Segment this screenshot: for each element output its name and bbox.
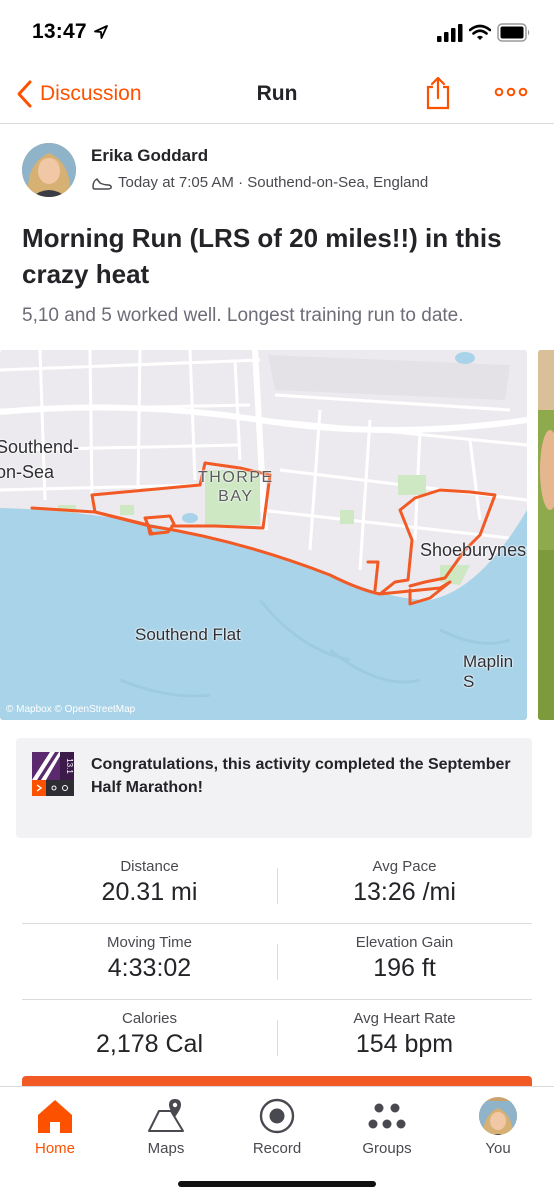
stats-row: Moving Time 4:33:02 Elevation Gain 196 f… [22, 924, 532, 1000]
route-map[interactable]: Southend- on-Sea THORPE BAY Shoeburyness… [0, 350, 527, 720]
profile-avatar-image [479, 1101, 517, 1135]
activity-photo-peek[interactable] [538, 350, 554, 720]
status-time: 13:47 [32, 20, 87, 43]
stat-calories: Calories 2,178 Cal [22, 1000, 277, 1059]
back-button-label: Discussion [40, 82, 142, 105]
stat-label: Avg Pace [372, 858, 437, 875]
activity-description: 5,10 and 5 worked well. Longest training… [22, 305, 464, 326]
stat-value: 20.31 mi [101, 878, 198, 906]
stat-avg-pace: Avg Pace 13:26 /mi [277, 848, 532, 907]
athlete-avatar[interactable] [22, 143, 76, 197]
wifi-icon [469, 24, 491, 40]
activity-meta: Today at 7:05 AM · Southend-on-Sea, Engl… [91, 174, 428, 191]
cellular-signal-icon [437, 24, 463, 42]
stat-avg-heart-rate: Avg Heart Rate 154 bpm [277, 1000, 532, 1059]
run-shoe-icon [92, 177, 112, 190]
stat-moving-time: Moving Time 4:33:02 [22, 924, 277, 983]
chevron-left-icon [17, 80, 32, 108]
stat-label: Distance [120, 858, 179, 875]
tab-home[interactable]: Home [0, 1093, 110, 1159]
location-arrow-icon [94, 25, 108, 39]
home-indicator [178, 1181, 376, 1187]
stat-label: Elevation Gain [355, 934, 454, 951]
tab-record[interactable]: Record [222, 1093, 332, 1159]
activity-meta-text: Today at 7:05 AM · Southend-on-Sea, Engl… [118, 174, 429, 191]
share-icon[interactable] [424, 76, 452, 110]
challenge-text: Congratulations, this activity completed… [91, 756, 511, 796]
map-canvas [0, 350, 527, 720]
avatar-image [22, 143, 76, 197]
status-bar: 13:47 [0, 0, 554, 66]
stats-row: Distance 20.31 mi Avg Pace 13:26 /mi [22, 848, 532, 924]
stat-label: Calories [121, 1010, 178, 1027]
tab-label: Home [34, 1140, 75, 1157]
tab-label: Record [252, 1140, 302, 1157]
activity-title: Morning Run (LRS of 20 miles!!) in this … [22, 223, 502, 289]
profile-avatar [479, 1097, 517, 1135]
stat-value: 13:26 /mi [353, 878, 456, 906]
stat-value: 4:33:02 [107, 954, 192, 982]
map-icon [148, 1099, 184, 1132]
tab-groups[interactable]: Groups [332, 1093, 442, 1159]
stat-distance: Distance 20.31 mi [22, 848, 277, 907]
challenge-banner[interactable]: 13.1 Congratulations, this activity comp… [16, 738, 532, 838]
tab-you[interactable]: You [443, 1093, 553, 1159]
stats-row: Calories 2,178 Cal Avg Heart Rate 154 bp… [22, 1000, 532, 1076]
stat-value: 196 ft [373, 954, 436, 982]
stat-value: 2,178 Cal [95, 1030, 204, 1058]
stat-label: Avg Heart Rate [353, 1010, 456, 1027]
groups-icon [368, 1103, 406, 1129]
photo-thumbnail [538, 350, 554, 720]
stat-value: 154 bpm [355, 1030, 454, 1058]
record-icon [259, 1098, 295, 1134]
more-icon[interactable] [494, 84, 528, 100]
athlete-name[interactable]: Erika Goddard [91, 146, 208, 166]
tab-label: Groups [362, 1140, 412, 1157]
battery-icon [497, 23, 530, 42]
stat-label: Moving Time [106, 934, 193, 951]
tab-label: You [485, 1140, 511, 1157]
tab-maps[interactable]: Maps [111, 1093, 221, 1159]
tab-label: Maps [147, 1140, 185, 1157]
back-button[interactable]: Discussion [14, 78, 142, 110]
svg-text:13.1: 13.1 [65, 758, 74, 774]
home-icon [38, 1100, 72, 1133]
stat-elevation-gain: Elevation Gain 196 ft [277, 924, 532, 983]
navigation-bar: Discussion Run [0, 66, 554, 124]
half-marathon-badge-icon: 13.1 [32, 752, 74, 796]
stats-grid: Distance 20.31 mi Avg Pace 13:26 /mi Mov… [22, 848, 532, 1076]
